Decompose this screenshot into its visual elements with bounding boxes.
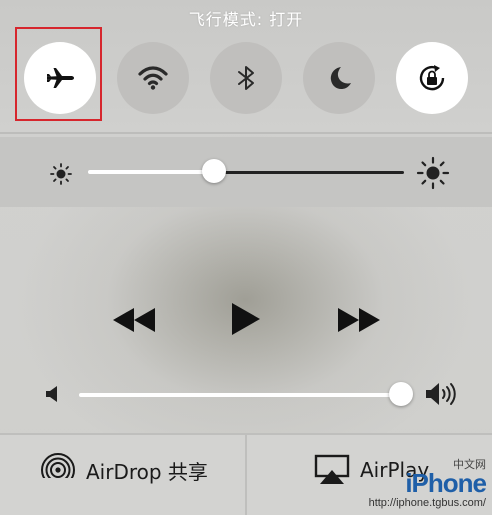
speaker-high-icon (426, 383, 456, 405)
watermark-logo: iPhone (405, 468, 487, 498)
moon-icon (330, 67, 351, 90)
airplay-icon (314, 454, 350, 484)
fast-forward-icon[interactable] (335, 305, 383, 335)
bluetooth-toggle[interactable] (210, 42, 282, 114)
sun-large-icon (416, 156, 450, 190)
watermark-url: http://iphone.tgbus.com/ (368, 497, 486, 509)
airdrop-icon (40, 453, 76, 488)
do-not-disturb-toggle[interactable] (303, 42, 375, 114)
wifi-toggle[interactable] (117, 42, 189, 114)
watermark: 中文网 iPhone http://iphone.tgbus.com/ (368, 459, 487, 509)
bluetooth-icon (238, 66, 254, 90)
play-icon[interactable] (230, 301, 262, 337)
brightness-track-empty (214, 170, 404, 174)
rotation-lock-toggle[interactable] (396, 42, 468, 114)
airdrop-label: AirDrop 共享 (86, 459, 208, 484)
speaker-low-icon (46, 386, 57, 402)
brightness-track-filled (88, 170, 215, 174)
volume-track-filled (79, 393, 401, 397)
airplane-mode-highlight (15, 27, 102, 121)
rotation-lock-icon (419, 65, 445, 91)
wifi-icon (138, 66, 168, 90)
volume-slider-thumb[interactable] (389, 382, 413, 406)
toggles-divider (0, 132, 492, 134)
bottom-row-separator (245, 435, 247, 515)
airdrop-button[interactable]: AirDrop 共享 (40, 435, 208, 505)
rewind-icon[interactable] (110, 305, 158, 335)
sun-small-icon (50, 163, 72, 185)
